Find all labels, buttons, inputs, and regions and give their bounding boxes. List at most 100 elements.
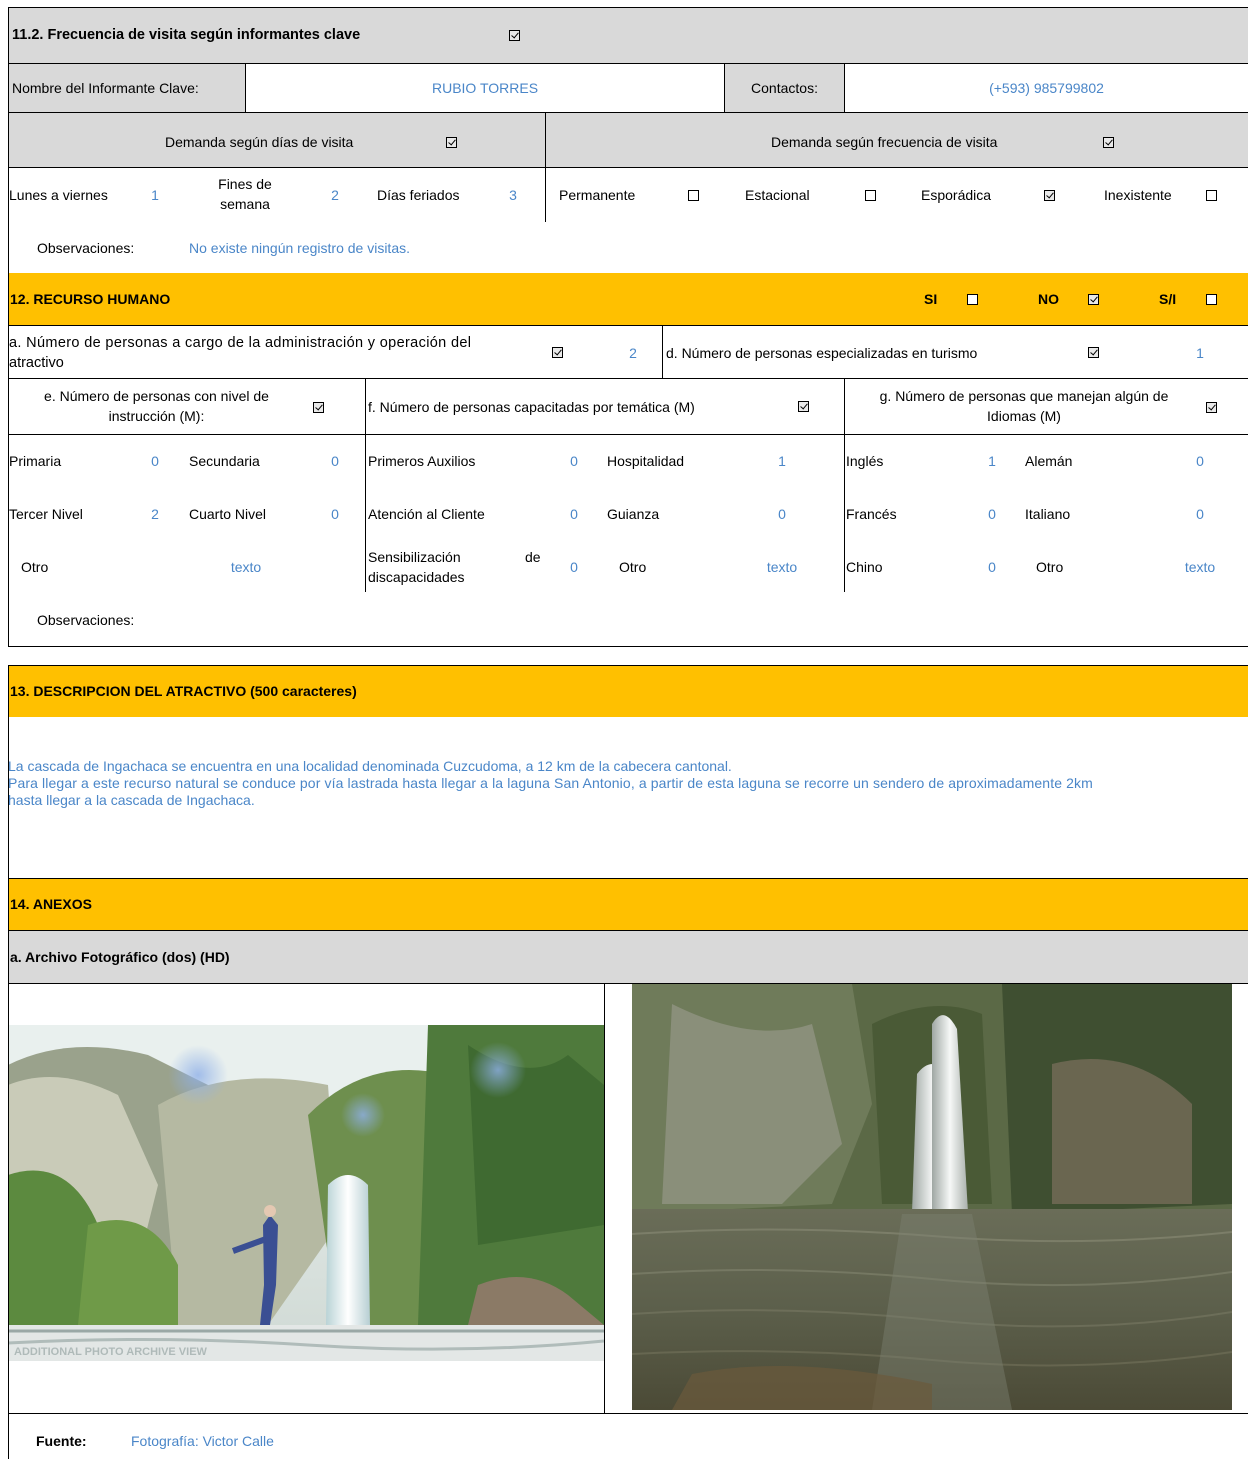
grid-line — [844, 378, 845, 592]
waterfall-photo-1: ADDITIONAL PHOTO ARCHIVE VIEW — [8, 1025, 604, 1361]
permanent-checkbox[interactable] — [688, 190, 699, 201]
obs-11-value: No existe ningún registro de visitas. — [189, 240, 410, 256]
holidays-value: 3 — [509, 187, 517, 203]
italiano-value: 0 — [1196, 506, 1204, 522]
otro-f-value: texto — [766, 559, 798, 575]
d-value: 1 — [1196, 345, 1204, 361]
sn-label: S/I — [1159, 291, 1177, 307]
tercer-label: Tercer Nivel — [9, 506, 83, 522]
nonexistent-checkbox[interactable] — [1206, 190, 1217, 201]
grid-line — [245, 63, 246, 112]
holidays-label: Días feriados — [377, 187, 460, 203]
d-label: d. Número de personas especializadas en … — [666, 345, 978, 361]
permanent-label: Permanente — [559, 187, 636, 203]
f-checkbox[interactable] — [798, 401, 809, 412]
primaria-label: Primaria — [9, 453, 62, 469]
sporadic-label: Esporádica — [921, 187, 992, 203]
description-line-3: hasta llegar a la cascada de Ingachaca. — [8, 792, 255, 808]
inventory-sheet: 11.2. Frecuencia de visita según informa… — [0, 0, 1248, 1459]
grid-line — [8, 665, 9, 1459]
otro-f-label: Otro — [619, 559, 647, 575]
si-checkbox[interactable] — [967, 294, 978, 305]
a-checkbox[interactable] — [552, 347, 563, 358]
grid-line — [8, 7, 1248, 8]
otro-g-value: texto — [1184, 559, 1216, 575]
seasonal-checkbox[interactable] — [865, 190, 876, 201]
e-label-line1: e. Número de personas con nivel de — [44, 388, 269, 404]
a-label-line2: atractivo — [9, 355, 64, 371]
contacts-label: Contactos: — [751, 80, 818, 96]
grid-line — [8, 7, 9, 647]
weekdays-label: Lunes a viernes — [9, 187, 108, 203]
source-label: Fuente: — [36, 1433, 87, 1449]
auxilios-value: 0 — [570, 453, 578, 469]
primaria-value: 0 — [151, 453, 159, 469]
grid-line — [844, 63, 845, 112]
section-14-title: 14. ANEXOS — [10, 896, 92, 912]
sporadic-checkbox[interactable] — [1044, 190, 1055, 201]
no-checkbox[interactable] — [1088, 294, 1099, 305]
contacts-value: (+593) 985799802 — [989, 80, 1104, 96]
weekend-label-line2: semana — [220, 196, 270, 212]
no-label: NO — [1038, 291, 1059, 307]
grid-line — [8, 434, 1248, 435]
section-14-header — [8, 878, 1248, 930]
e-label-line2: instrucción (M): — [108, 408, 205, 424]
informant-value: RUBIO TORRES — [431, 80, 539, 96]
tercer-value: 2 — [151, 506, 159, 522]
cuarto-label: Cuarto Nivel — [189, 506, 267, 522]
weekend-value: 2 — [331, 187, 339, 203]
aleman-label: Alemán — [1025, 453, 1073, 469]
informant-label: Nombre del Informante Clave: — [12, 80, 199, 96]
nonexistent-label: Inexistente — [1104, 187, 1172, 203]
waterfall-photo-1-image: ADDITIONAL PHOTO ARCHIVE VIEW — [8, 1025, 604, 1361]
seasonal-label: Estacional — [745, 187, 810, 203]
g-checkbox[interactable] — [1206, 402, 1217, 413]
g-label-line1: g. Número de personas que manejan algún … — [879, 388, 1169, 404]
cuarto-value: 0 — [331, 506, 339, 522]
secundaria-label: Secundaria — [189, 453, 260, 469]
otro-g-label: Otro — [1036, 559, 1064, 575]
grid-line — [8, 167, 1248, 168]
grid-line — [8, 112, 1248, 113]
ingles-label: Inglés — [846, 453, 884, 469]
grid-line — [8, 1413, 1248, 1414]
section-12-title: 12. RECURSO HUMANO — [10, 291, 171, 307]
days-header-checkbox[interactable] — [446, 137, 457, 148]
atencion-label: Atención al Cliente — [368, 506, 485, 522]
sn-checkbox[interactable] — [1206, 294, 1217, 305]
waterfall-photo-2 — [632, 984, 1232, 1410]
sensib-label-line2: discapacidades — [368, 569, 465, 585]
grid-line — [8, 665, 1248, 666]
weekend-label-line1: Fines de — [218, 176, 272, 192]
grid-line — [545, 112, 546, 222]
secundaria-value: 0 — [331, 453, 339, 469]
sensib-label-de: de — [525, 549, 541, 565]
otro-e-label: Otro — [21, 559, 49, 575]
atencion-value: 0 — [570, 506, 578, 522]
ingles-value: 1 — [988, 453, 996, 469]
section-12-header — [8, 273, 1248, 325]
freq-header-checkbox[interactable] — [1103, 137, 1114, 148]
obs-12-label: Observaciones: — [37, 612, 135, 628]
days-header: Demanda según días de visita — [165, 134, 354, 150]
grid-line — [724, 63, 725, 112]
e-checkbox[interactable] — [313, 402, 324, 413]
grid-line — [365, 378, 366, 592]
grid-line — [8, 878, 1248, 879]
a-value: 2 — [629, 345, 637, 361]
waterfall-photo-2-image — [632, 984, 1232, 1410]
d-checkbox[interactable] — [1088, 347, 1099, 358]
sensib-label-line1: Sensibilización — [368, 549, 461, 565]
section-11-checkbox[interactable] — [509, 30, 520, 41]
grid-line — [8, 325, 1248, 326]
guianza-value: 0 — [778, 506, 786, 522]
grid-line — [604, 983, 605, 1413]
sensib-value: 0 — [570, 559, 578, 575]
section-13-title: 13. DESCRIPCION DEL ATRACTIVO (500 carac… — [10, 683, 357, 699]
frances-label: Francés — [846, 506, 897, 522]
description-line-2: Para llegar a este recurso natural se co… — [8, 775, 1093, 791]
hospitalidad-value: 1 — [778, 453, 786, 469]
hospitalidad-label: Hospitalidad — [607, 453, 685, 469]
a-label-line1: a. Número de personas a cargo de la admi… — [9, 335, 472, 351]
